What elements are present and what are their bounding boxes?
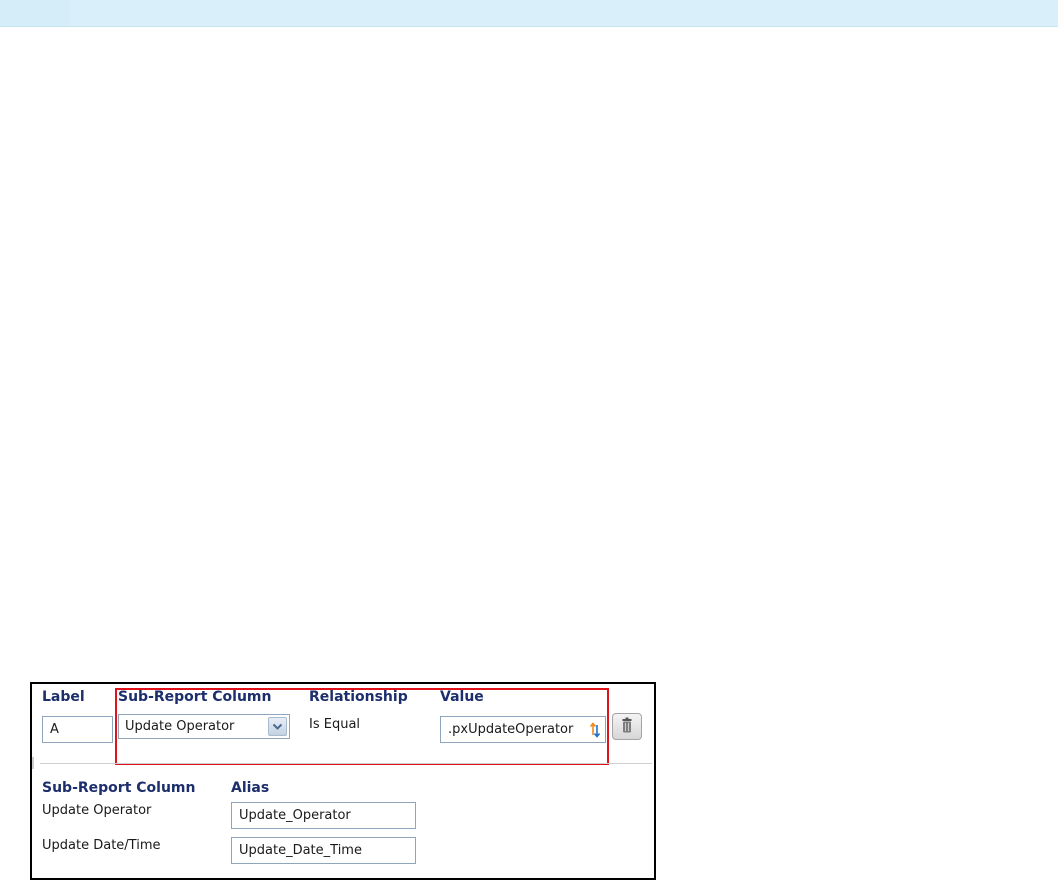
- sub-report-join-panel: Label Sub-Report Column Relationship Val…: [30, 682, 656, 880]
- label-input[interactable]: A: [42, 716, 113, 743]
- top-banner: [0, 0, 1058, 27]
- label-header: Label: [42, 689, 85, 705]
- alias-input-1[interactable]: Update_Operator: [231, 802, 416, 829]
- delete-row-button[interactable]: [612, 713, 642, 740]
- highlight-box: [115, 688, 609, 765]
- section-divider: [32, 757, 652, 769]
- alias-input-2[interactable]: Update_Date_Time: [231, 837, 416, 864]
- column-name-2: Update Date/Time: [42, 838, 161, 853]
- columns-sub-report-column-header: Sub-Report Column: [42, 780, 196, 796]
- trash-icon: [622, 717, 632, 733]
- alias-header: Alias: [231, 780, 270, 796]
- column-name-1: Update Operator: [42, 803, 152, 818]
- banner-tab: [0, 0, 70, 26]
